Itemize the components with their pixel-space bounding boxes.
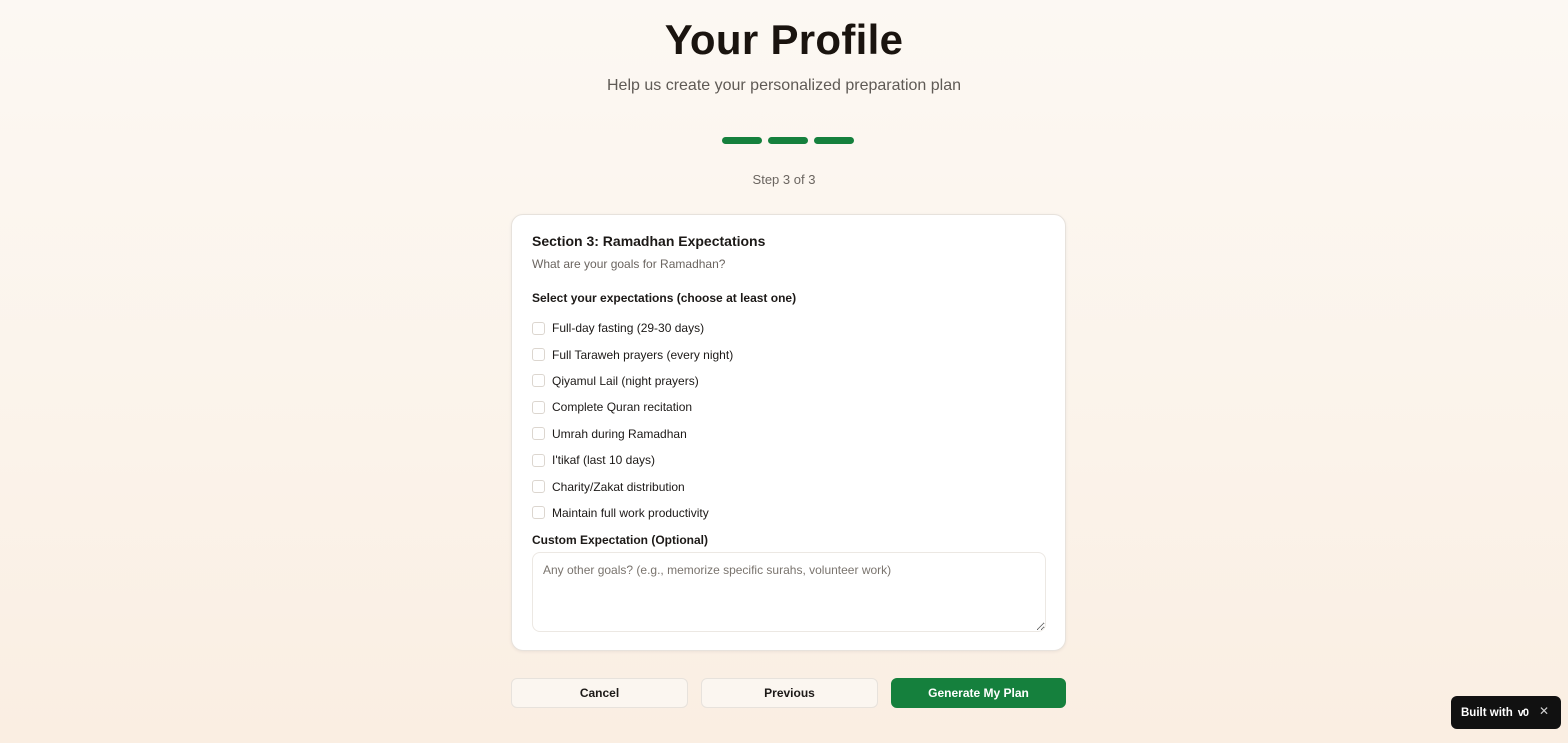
expectations-list: Full-day fasting (29-30 days) Full Taraw… (532, 315, 733, 526)
checkbox[interactable] (532, 427, 545, 441)
section-title: Section 3: Ramadhan Expectations (532, 233, 766, 249)
built-with-badge[interactable]: Built with v0 ✕ (1451, 696, 1561, 729)
option-qiyamul-lail[interactable]: Qiyamul Lail (night prayers) (532, 368, 733, 394)
checkbox[interactable] (532, 480, 545, 494)
option-label: Complete Quran recitation (552, 400, 693, 415)
page-title: Your Profile (664, 16, 904, 63)
option-charity-zakat[interactable]: Charity/Zakat distribution (532, 473, 733, 499)
checkbox[interactable] (532, 400, 545, 414)
checkbox[interactable] (532, 506, 545, 520)
checkbox[interactable] (532, 348, 545, 362)
option-label: Maintain full work productivity (552, 505, 709, 520)
option-full-day-fasting[interactable]: Full-day fasting (29-30 days) (532, 315, 733, 341)
option-label: Charity/Zakat distribution (552, 479, 685, 494)
progress-segment-3 (814, 137, 854, 144)
page-subtitle: Help us create your personalized prepara… (607, 77, 961, 94)
checkbox[interactable] (532, 374, 545, 388)
generate-plan-button[interactable]: Generate My Plan (891, 678, 1066, 708)
option-work-productivity[interactable]: Maintain full work productivity (532, 500, 733, 526)
custom-expectation-textarea[interactable] (532, 552, 1046, 632)
step-progress-bar (722, 137, 854, 144)
option-complete-quran[interactable]: Complete Quran recitation (532, 394, 733, 420)
section-description: What are your goals for Ramadhan? (532, 257, 726, 271)
v0-logo-icon: v0 (1517, 706, 1529, 719)
step-indicator: Step 3 of 3 (752, 172, 816, 187)
previous-button[interactable]: Previous (701, 678, 878, 708)
expectations-card: Section 3: Ramadhan Expectations What ar… (511, 214, 1066, 651)
option-label: Qiyamul Lail (night prayers) (552, 373, 699, 388)
cancel-button[interactable]: Cancel (511, 678, 688, 708)
checkbox[interactable] (532, 453, 545, 467)
option-itikaf[interactable]: I'tikaf (last 10 days) (532, 447, 733, 473)
close-icon[interactable]: ✕ (1539, 704, 1549, 718)
option-label: Full Taraweh prayers (every night) (552, 347, 734, 362)
option-full-taraweh[interactable]: Full Taraweh prayers (every night) (532, 341, 733, 367)
progress-segment-1 (722, 137, 762, 144)
option-umrah[interactable]: Umrah during Ramadhan (532, 421, 733, 447)
option-label: Full-day fasting (29-30 days) (552, 321, 705, 336)
badge-text: Built with (1461, 706, 1513, 719)
option-label: Umrah during Ramadhan (552, 426, 687, 441)
checkbox[interactable] (532, 321, 545, 335)
expectations-label: Select your expectations (choose at leas… (532, 291, 797, 305)
custom-expectation-label: Custom Expectation (Optional) (532, 533, 709, 547)
option-label: I'tikaf (last 10 days) (552, 453, 655, 468)
progress-segment-2 (768, 137, 808, 144)
